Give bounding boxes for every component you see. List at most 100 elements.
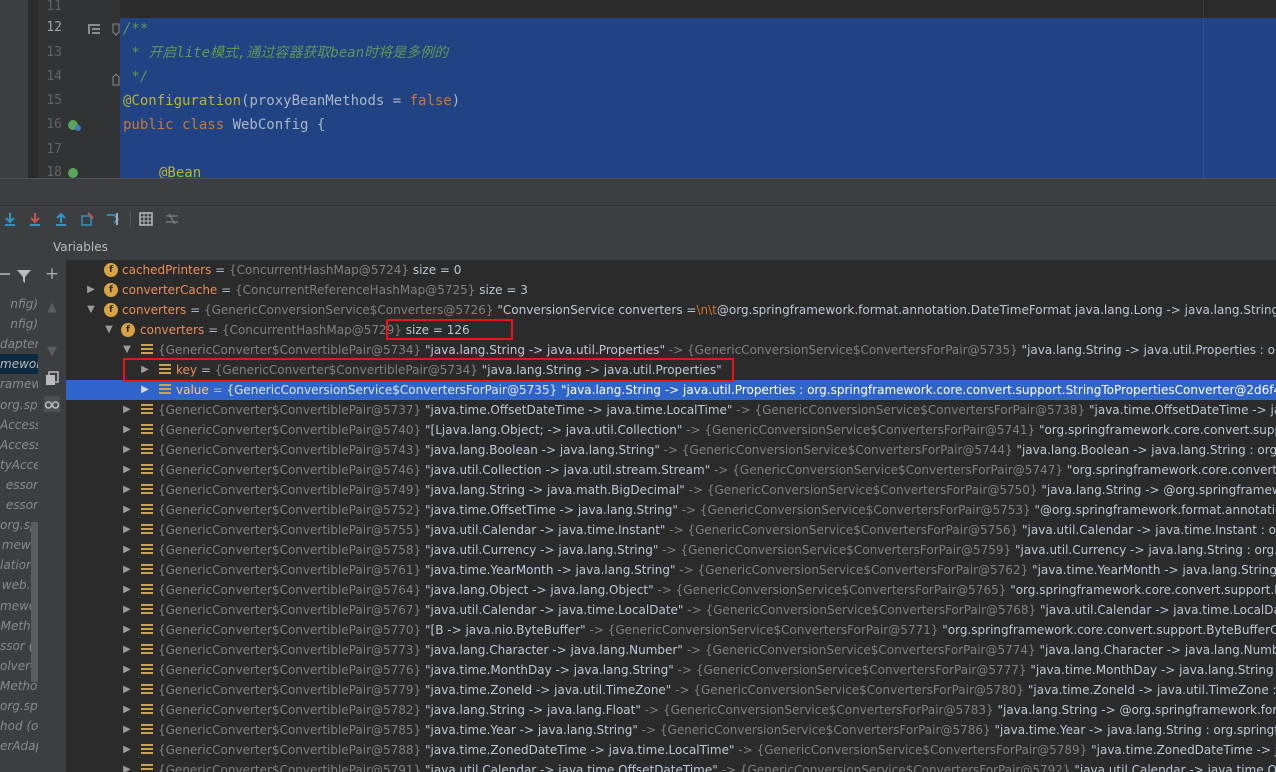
map-entry-row[interactable]: ▶ {GenericConverter$ConvertiblePair@5782}…: [66, 700, 1276, 720]
frame-item[interactable]: nfig): [0, 314, 38, 334]
expand-arrow-icon[interactable]: ▶: [122, 520, 132, 540]
map-entry-icon: [141, 764, 153, 772]
line-number: 12: [46, 20, 62, 35]
code-line-16: public class WebConfig {: [123, 117, 326, 133]
expand-arrow-icon[interactable]: ▶: [122, 720, 132, 740]
map-entry-icon: [141, 564, 153, 576]
expand-arrow-icon[interactable]: ▶: [122, 480, 132, 500]
variable-row[interactable]: ▼ f converters = {ConcurrentHashMap@5729…: [66, 320, 1276, 340]
frame-item[interactable]: essor: [0, 475, 38, 495]
frame-item[interactable]: nfig): [0, 294, 38, 314]
value-row[interactable]: ▶ value = {GenericConversionService$Conv…: [66, 380, 1276, 400]
step-out-icon[interactable]: [53, 211, 69, 227]
run-to-cursor-icon[interactable]: [105, 211, 121, 227]
expand-arrow-icon[interactable]: ▶: [122, 420, 132, 440]
fold-marker-icon[interactable]: [112, 23, 120, 37]
collapse-arrow-icon[interactable]: ▼: [104, 320, 114, 340]
map-entry-row[interactable]: ▶ {GenericConverter$ConvertiblePair@5776}…: [66, 660, 1276, 680]
map-entry-row[interactable]: ▶ {GenericConverter$ConvertiblePair@5779}…: [66, 680, 1276, 700]
map-entry-row[interactable]: ▶ {GenericConverter$ConvertiblePair@5749}…: [66, 480, 1276, 500]
frame-item[interactable]: org.spri: [0, 696, 38, 716]
expand-arrow-icon[interactable]: ▶: [122, 760, 132, 772]
expand-arrow-icon[interactable]: ▶: [122, 580, 132, 600]
step-into-icon[interactable]: [27, 211, 43, 227]
map-entry-row[interactable]: ▶ {GenericConverter$ConvertiblePair@5767}…: [66, 600, 1276, 620]
expand-arrow-icon[interactable]: ▶: [122, 560, 132, 580]
expand-arrow-icon[interactable]: ▶: [122, 700, 132, 720]
map-entry-row[interactable]: ▶ {GenericConverter$ConvertiblePair@5764}…: [66, 580, 1276, 600]
code-line-13: * 开启lite模式,通过容器获取bean时将是多例的: [123, 45, 449, 61]
spring-bean-icon[interactable]: [66, 118, 82, 132]
collapse-arrow-icon[interactable]: ▼: [86, 300, 96, 320]
line-number: 11: [46, 0, 62, 14]
variable-row[interactable]: ▼ f converters = {GenericConversionServi…: [66, 300, 1276, 320]
frame-item[interactable]: essor: [0, 495, 38, 515]
expand-arrow-icon[interactable]: ▶: [122, 600, 132, 620]
variables-tree[interactable]: f cachedPrinters = {ConcurrentHashMap@57…: [66, 260, 1276, 772]
highlight-box-size: [386, 319, 513, 340]
map-entry-row[interactable]: ▶ {GenericConverter$ConvertiblePair@5758}…: [66, 540, 1276, 560]
map-entry-row[interactable]: ▶ {GenericConverter$ConvertiblePair@5743}…: [66, 440, 1276, 460]
map-entry-row[interactable]: ▶ {GenericConverter$ConvertiblePair@5737}…: [66, 400, 1276, 420]
expand-arrow-icon[interactable]: ▶: [122, 740, 132, 760]
map-entry-row[interactable]: ▶ {GenericConverter$ConvertiblePair@5773}…: [66, 640, 1276, 660]
frame-item[interactable]: dapter: [0, 334, 38, 354]
map-entry-icon: [141, 584, 153, 596]
map-entry-row[interactable]: ▶ {GenericConverter$ConvertiblePair@5752}…: [66, 500, 1276, 520]
frame-item[interactable]: mewor: [0, 354, 38, 375]
map-entry-icon: [141, 544, 153, 556]
frame-item[interactable]: erAdap: [0, 736, 38, 756]
spring-bean-icon[interactable]: [66, 166, 82, 178]
drop-frame-icon[interactable]: [79, 211, 95, 227]
step-over-icon[interactable]: [2, 211, 18, 227]
map-entry-row[interactable]: ▶ {GenericConverter$ConvertiblePair@5785}…: [66, 720, 1276, 740]
expand-arrow-icon[interactable]: ▶: [122, 680, 132, 700]
frame-item[interactable]: org.spri: [0, 395, 38, 415]
expand-arrow-icon[interactable]: ▶: [86, 280, 96, 300]
map-entry-row[interactable]: ▶ {GenericConverter$ConvertiblePair@5755}…: [66, 520, 1276, 540]
map-entry-row[interactable]: ▶ {GenericConverter$ConvertiblePair@5746}…: [66, 460, 1276, 480]
map-entry-row[interactable]: ▶ {GenericConverter$ConvertiblePair@5791}…: [66, 760, 1276, 772]
expand-arrow-icon[interactable]: ▶: [122, 500, 132, 520]
expand-arrow-icon[interactable]: ▶: [122, 620, 132, 640]
line-number: 18: [46, 165, 62, 178]
map-entry-icon: [141, 444, 153, 456]
show-watches-icon[interactable]: [44, 396, 60, 412]
map-entry-row[interactable]: ▶ {GenericConverter$ConvertiblePair@5770}…: [66, 620, 1276, 640]
frame-item[interactable]: tyAcces: [0, 455, 38, 475]
expand-arrow-icon[interactable]: ▶: [122, 540, 132, 560]
frame-item[interactable]: ramew: [0, 374, 38, 394]
add-watch-icon[interactable]: +: [44, 266, 60, 283]
frames-scrollbar[interactable]: [31, 522, 38, 682]
map-entry-row[interactable]: ▼ {GenericConverter$ConvertiblePair@5734…: [66, 340, 1276, 360]
fold-icon[interactable]: [86, 22, 102, 36]
map-entry-icon: [141, 464, 153, 476]
collapse-arrow-icon[interactable]: ▼: [122, 340, 132, 360]
debug-toolbar: [0, 205, 1276, 233]
frame-item[interactable]: Accesso: [0, 435, 38, 455]
fold-marker-icon[interactable]: [112, 72, 120, 86]
copy-icon[interactable]: [44, 370, 60, 386]
filter-icon[interactable]: [16, 268, 32, 284]
map-entry-icon: [141, 424, 153, 436]
trace-current-stream-icon[interactable]: [164, 211, 180, 227]
variable-row[interactable]: f cachedPrinters = {ConcurrentHashMap@57…: [66, 260, 1276, 280]
expand-arrow-icon[interactable]: ▶: [122, 400, 132, 420]
expand-arrow-icon[interactable]: ▶: [122, 440, 132, 460]
variable-row[interactable]: ▶ f converterCache = {ConcurrentReferenc…: [66, 280, 1276, 300]
expand-arrow-icon[interactable]: ▶: [122, 660, 132, 680]
evaluate-expression-icon[interactable]: [138, 211, 154, 227]
frame-item[interactable]: Accesso: [0, 415, 38, 435]
map-entry-icon: [141, 484, 153, 496]
frame-item[interactable]: hod (o: [0, 716, 38, 736]
map-entry-row[interactable]: ▶ {GenericConverter$ConvertiblePair@5761}…: [66, 560, 1276, 580]
map-entry-icon: [141, 744, 153, 756]
map-entry-row[interactable]: ▶ {GenericConverter$ConvertiblePair@5740}…: [66, 420, 1276, 440]
expand-arrow-icon[interactable]: ▶: [140, 380, 150, 400]
move-up-icon[interactable]: ▲: [44, 300, 60, 316]
expand-arrow-icon[interactable]: ▶: [122, 460, 132, 480]
move-down-icon[interactable]: ▼: [44, 344, 60, 360]
code-editor[interactable]: 11 12 13 14 15 16 17 18 /** * 开启lite模式,通…: [0, 0, 1276, 178]
expand-arrow-icon[interactable]: ▶: [122, 640, 132, 660]
map-entry-row[interactable]: ▶ {GenericConverter$ConvertiblePair@5788}…: [66, 740, 1276, 760]
